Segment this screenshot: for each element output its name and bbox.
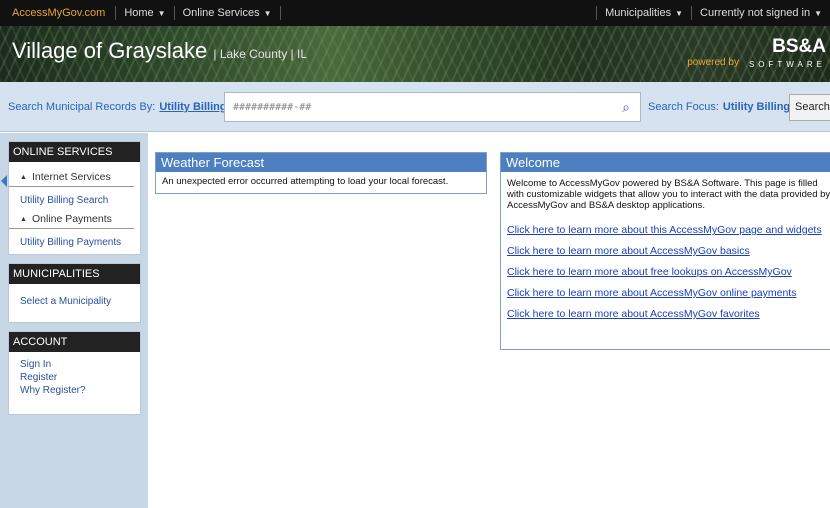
welcome-body: Welcome to AccessMyGov powered by BS&A S… [501,172,830,326]
powered-by-label: powered by [687,57,739,68]
why-register-link[interactable]: Why Register? [9,384,140,397]
municipalities-menu[interactable]: Municipalities ▼ [596,6,691,20]
account-panel: ACCOUNT Sign In Register Why Register? [8,331,141,415]
bsa-logo-subtext: SOFTWARE [748,60,826,69]
weather-widget: Weather Forecast An unexpected error occ… [155,152,487,194]
search-focus-label: Search Focus: [648,101,719,113]
register-link[interactable]: Register [9,371,140,384]
bsa-logo-area: powered by BS&A SOFTWARE [687,36,830,74]
bsa-logo[interactable]: BS&A SOFTWARE [748,36,830,74]
weather-error-message: An unexpected error occurred attempting … [162,176,449,187]
signin-status-label: Currently not signed in [700,7,811,19]
internet-services-label: Internet Services [31,171,111,183]
online-services-header: ONLINE SERVICES [9,142,140,162]
search-focus-dropdown[interactable]: Utility Billing [723,101,790,113]
online-services-label: Online Services [182,7,260,19]
collapse-sidebar-icon[interactable] [0,175,8,187]
search-by-text: Search Municipal Records By: [8,101,156,113]
search-bar: Search Municipal Records By: Utility Bill… [0,82,830,132]
municipality-name: Village of Grayslake [12,38,208,63]
learn-more-free-lookups-link[interactable]: Click here to learn more about free look… [507,267,830,278]
search-button[interactable]: Search [789,94,830,121]
welcome-text: Welcome to AccessMyGov powered by BS&A S… [507,178,830,211]
welcome-widget-header[interactable]: Welcome [501,153,830,172]
utility-billing-search-link[interactable]: Utility Billing Search [9,191,140,210]
learn-more-online-payments-link[interactable]: Click here to learn more about AccessMyG… [507,288,830,299]
online-services-panel: ONLINE SERVICES ▲ Internet Services Utili… [8,141,141,255]
municipalities-panel: MUNICIPALITIES Select a Municipality [8,263,141,323]
municipalities-label: Municipalities [605,7,672,19]
sidebar: ONLINE SERVICES ▲ Internet Services Utili… [0,133,148,508]
chevron-down-icon: ▼ [157,9,166,18]
brand-link[interactable]: AccessMyGov.com [0,6,117,20]
learn-more-page-widgets-link[interactable]: Click here to learn more about this Acce… [507,225,830,236]
welcome-widget: Welcome Welcome to AccessMyGov powered b… [500,152,830,350]
weather-widget-header[interactable]: Weather Forecast [156,153,486,172]
internet-services-group[interactable]: ▲ Internet Services [9,168,134,187]
account-header: ACCOUNT [9,332,140,352]
search-placeholder: ##########-## [233,102,312,113]
online-services-menu[interactable]: Online Services ▼ [175,6,281,20]
triangle-up-icon: ▲ [20,216,27,223]
top-nav-right: Municipalities ▼ Currently not signed in ▼ [596,6,830,20]
online-payments-group[interactable]: ▲ Online Payments [9,210,134,229]
signin-status-menu[interactable]: Currently not signed in ▼ [691,6,830,20]
chevron-down-icon: ▼ [263,9,272,18]
search-icon[interactable]: ⌕ [622,99,630,116]
bsa-logo-text: BS&A [772,36,826,57]
triangle-up-icon: ▲ [20,174,27,181]
search-focus: Search Focus:Utility Billing▼ [648,101,802,113]
home-menu[interactable]: Home ▼ [116,6,175,20]
search-by-dropdown[interactable]: Utility Billing [159,101,226,113]
chevron-down-icon: ▼ [675,9,684,18]
learn-more-basics-link[interactable]: Click here to learn more about AccessMyG… [507,246,830,257]
chevron-down-icon: ▼ [814,9,822,18]
municipality-subtitle: | Lake County | IL [213,47,307,61]
top-nav-bar: AccessMyGov.com Home ▼ Online Services ▼ M… [0,0,830,26]
learn-more-favorites-link[interactable]: Click here to learn more about AccessMyG… [507,309,830,320]
utility-billing-payments-link[interactable]: Utility Billing Payments [9,233,140,252]
search-by-label: Search Municipal Records By: Utility Bill… [8,101,239,113]
home-menu-label: Home [124,7,154,19]
sign-in-link[interactable]: Sign In [9,358,140,371]
search-input[interactable]: ##########-## ⌕ [224,92,641,122]
municipalities-header: MUNICIPALITIES [9,264,140,284]
municipality-title: Village of Grayslake | Lake County | IL [12,38,307,64]
banner: Village of Grayslake | Lake County | IL … [0,26,830,82]
select-municipality-link[interactable]: Select a Municipality [9,292,140,311]
online-payments-label: Online Payments [31,213,112,225]
